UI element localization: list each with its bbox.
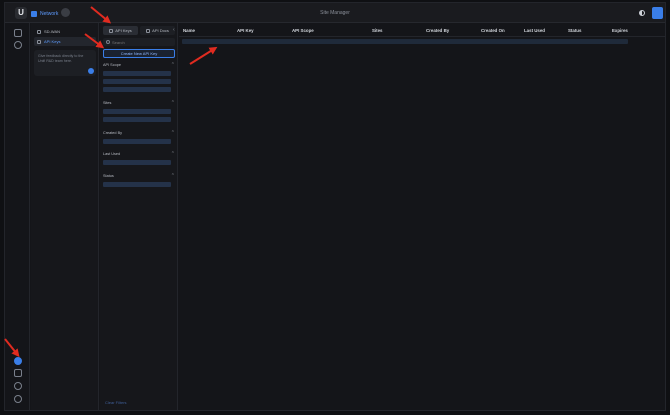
filter-group-label: Last Used xyxy=(103,152,121,156)
filter-option[interactable] xyxy=(103,138,171,144)
filter-option[interactable] xyxy=(103,78,171,84)
filter-group-header[interactable]: Status ⌃ xyxy=(103,173,175,179)
document-icon xyxy=(146,28,151,33)
filter-option[interactable] xyxy=(103,108,171,114)
filter-option[interactable] xyxy=(103,181,171,187)
theme-toggle-icon[interactable] xyxy=(639,10,645,16)
column-header-status[interactable]: Status xyxy=(568,28,581,33)
collapse-icon[interactable]: ⌃ xyxy=(171,130,175,136)
filter-option[interactable] xyxy=(103,159,171,165)
column-header-api-key[interactable]: API Key xyxy=(237,28,254,33)
search-box[interactable] xyxy=(103,38,175,46)
filter-group-label: API Scope xyxy=(103,63,121,67)
filter-group-header[interactable]: Sites ⌃ xyxy=(103,100,175,106)
column-header-name[interactable]: Name xyxy=(183,28,195,33)
sidebar-item-sd-wan[interactable]: SD-WAN xyxy=(34,27,96,36)
search-input[interactable] xyxy=(112,39,172,45)
users-icon[interactable] xyxy=(14,382,22,390)
dashboard-icon[interactable] xyxy=(14,29,22,37)
filter-group-api-scope: API Scope ⌃ xyxy=(103,62,175,92)
table-header: Name API Key API Scope Sites Created By … xyxy=(179,23,665,37)
sidebar-item-api-keys[interactable]: API Keys xyxy=(34,37,96,46)
sd-wan-icon xyxy=(37,29,41,34)
tab-api-docs[interactable]: API Docs xyxy=(140,26,175,35)
collapse-icon[interactable]: ⌃ xyxy=(171,151,175,157)
app-window: U Network Site Manager SD-WAN API Keys G… xyxy=(4,2,666,411)
page-title: Site Manager xyxy=(320,10,350,16)
column-header-expires[interactable]: Expires xyxy=(612,28,628,33)
documents-icon[interactable] xyxy=(14,369,22,377)
filter-group-created-by: Created By ⌃ xyxy=(103,130,175,144)
key-icon xyxy=(37,39,41,44)
filter-group-header[interactable]: API Scope ⌃ xyxy=(103,62,175,68)
feedback-arrow-icon[interactable] xyxy=(88,68,94,74)
view-switcher: API Keys API Docs xyxy=(103,26,175,36)
table-row[interactable] xyxy=(182,39,628,44)
tab-label: API Docs xyxy=(152,28,169,33)
filter-group-header[interactable]: Created By ⌃ xyxy=(103,130,175,136)
collapse-icon[interactable]: ⌃ xyxy=(171,100,175,106)
clear-filters-link[interactable]: Clear Filters xyxy=(105,400,127,405)
api-settings-icon[interactable] xyxy=(14,357,22,365)
avatar[interactable] xyxy=(652,7,663,19)
api-keys-table: Name API Key API Scope Sites Created By … xyxy=(179,23,665,410)
key-icon xyxy=(109,28,114,33)
tab-api-keys[interactable]: API Keys xyxy=(103,26,138,35)
filter-option[interactable] xyxy=(103,86,171,92)
filter-option[interactable] xyxy=(103,70,171,76)
filter-panel: API Keys API Docs ‹ Create New API Key A… xyxy=(100,23,178,410)
filter-group-status: Status ⌃ xyxy=(103,173,175,187)
top-bar: U Network Site Manager xyxy=(5,3,665,23)
filter-group-label: Status xyxy=(103,174,114,178)
filter-option[interactable] xyxy=(103,116,171,122)
create-api-key-button[interactable]: Create New API Key xyxy=(103,49,175,58)
sidebar-item-label: API Keys xyxy=(44,39,61,44)
tab-label: API Keys xyxy=(115,28,132,33)
side-panel: SD-WAN API Keys Give feedback directly t… xyxy=(31,23,99,410)
left-rail xyxy=(5,23,30,410)
collapse-icon[interactable]: ⌃ xyxy=(171,62,175,68)
filter-group-label: Sites xyxy=(103,101,112,105)
filter-group-label: Created By xyxy=(103,131,122,135)
collapse-icon[interactable]: ⌃ xyxy=(171,173,175,179)
devices-icon[interactable] xyxy=(14,41,22,49)
column-header-created-on[interactable]: Created On xyxy=(481,28,505,33)
collapse-panel-icon[interactable]: ‹ xyxy=(173,27,175,33)
feedback-text: Give feedback directly to the Unifi R&D … xyxy=(38,54,84,63)
column-header-created-by[interactable]: Created By xyxy=(426,28,449,33)
filter-group-sites: Sites ⌃ xyxy=(103,100,175,122)
support-icon[interactable] xyxy=(14,395,22,403)
column-header-last-used[interactable]: Last Used xyxy=(524,28,545,33)
filter-group-header[interactable]: Last Used ⌃ xyxy=(103,151,175,157)
column-header-api-scope[interactable]: API Scope xyxy=(292,28,314,33)
sidebar-item-label: SD-WAN xyxy=(44,29,61,34)
filter-group-last-used: Last Used ⌃ xyxy=(103,151,175,165)
feedback-card: Give feedback directly to the Unifi R&D … xyxy=(34,50,96,76)
search-icon xyxy=(106,40,110,44)
column-header-sites[interactable]: Sites xyxy=(372,28,383,33)
